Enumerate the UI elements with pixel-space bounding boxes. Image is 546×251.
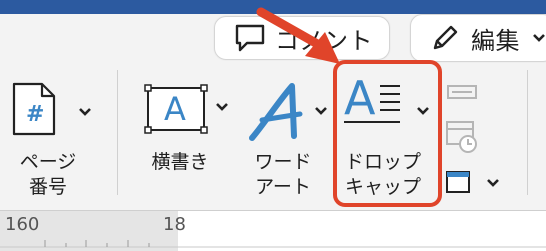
horizontal-textbox-button[interactable]: A 横書き: [140, 80, 240, 190]
object-button[interactable]: [444, 166, 524, 200]
highlight-frame: [333, 60, 442, 207]
page-number-label-2: 番号: [28, 176, 67, 198]
wordart-label-2: アート: [255, 176, 311, 198]
signature-line-button[interactable]: [444, 80, 484, 104]
ribbon-divider: [117, 70, 118, 195]
chevron-down-icon[interactable]: [486, 178, 500, 188]
object-icon: [446, 171, 470, 193]
signature-line-icon: [447, 85, 477, 99]
page-number-button[interactable]: # ページ 番号: [10, 80, 110, 200]
horizontal-textbox-label: 横書き: [151, 151, 209, 173]
textbox-glyph: A: [164, 90, 186, 128]
chevron-down-icon[interactable]: [314, 106, 328, 116]
chevron-down-icon: [533, 34, 545, 42]
page-number-glyph: #: [26, 102, 45, 127]
chevron-down-icon[interactable]: [215, 102, 229, 112]
edit-button[interactable]: 編集: [410, 14, 546, 62]
ruler-mark-next: 18: [163, 214, 186, 235]
page-number-label-1: ページ: [19, 151, 77, 173]
annotation-arrow: [256, 7, 340, 64]
ribbon-divider-right: [527, 70, 528, 195]
date-time-button[interactable]: [444, 118, 484, 158]
ruler-mark-160: 160: [5, 214, 40, 235]
chevron-down-icon[interactable]: [78, 107, 92, 117]
calendar-clock-icon: [446, 121, 477, 153]
wordart-icon: [249, 83, 303, 141]
edit-label: 編集: [471, 26, 520, 55]
ruler-ticks: [0, 240, 546, 248]
wordart-button[interactable]: ワード アート: [248, 80, 333, 200]
wordart-label-1: ワード: [254, 151, 312, 173]
pencil-icon: [433, 25, 458, 50]
